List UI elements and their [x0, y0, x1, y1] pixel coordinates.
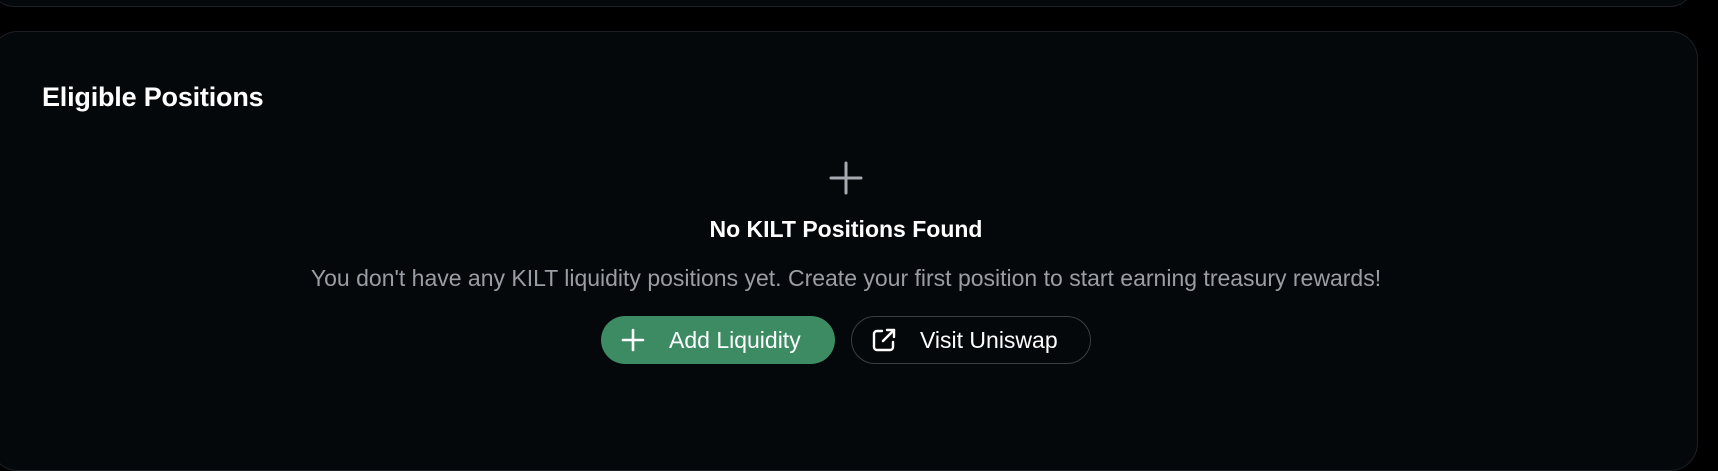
empty-state-title: No KILT Positions Found [709, 216, 983, 242]
external-link-icon [872, 328, 896, 352]
empty-state-actions: Add Liquidity Visit Uniswap [601, 316, 1091, 364]
visit-uniswap-button[interactable]: Visit Uniswap [851, 316, 1091, 364]
plus-icon [621, 328, 645, 352]
plus-icon [829, 161, 863, 195]
visit-uniswap-label: Visit Uniswap [920, 326, 1058, 353]
empty-state-description: You don't have any KILT liquidity positi… [310, 265, 1382, 291]
add-liquidity-label: Add Liquidity [669, 326, 801, 353]
add-liquidity-button[interactable]: Add Liquidity [601, 316, 835, 364]
empty-state: No KILT Positions Found You don't have a… [0, 160, 1692, 364]
previous-card-edge [0, 0, 1694, 7]
section-title: Eligible Positions [42, 82, 264, 112]
